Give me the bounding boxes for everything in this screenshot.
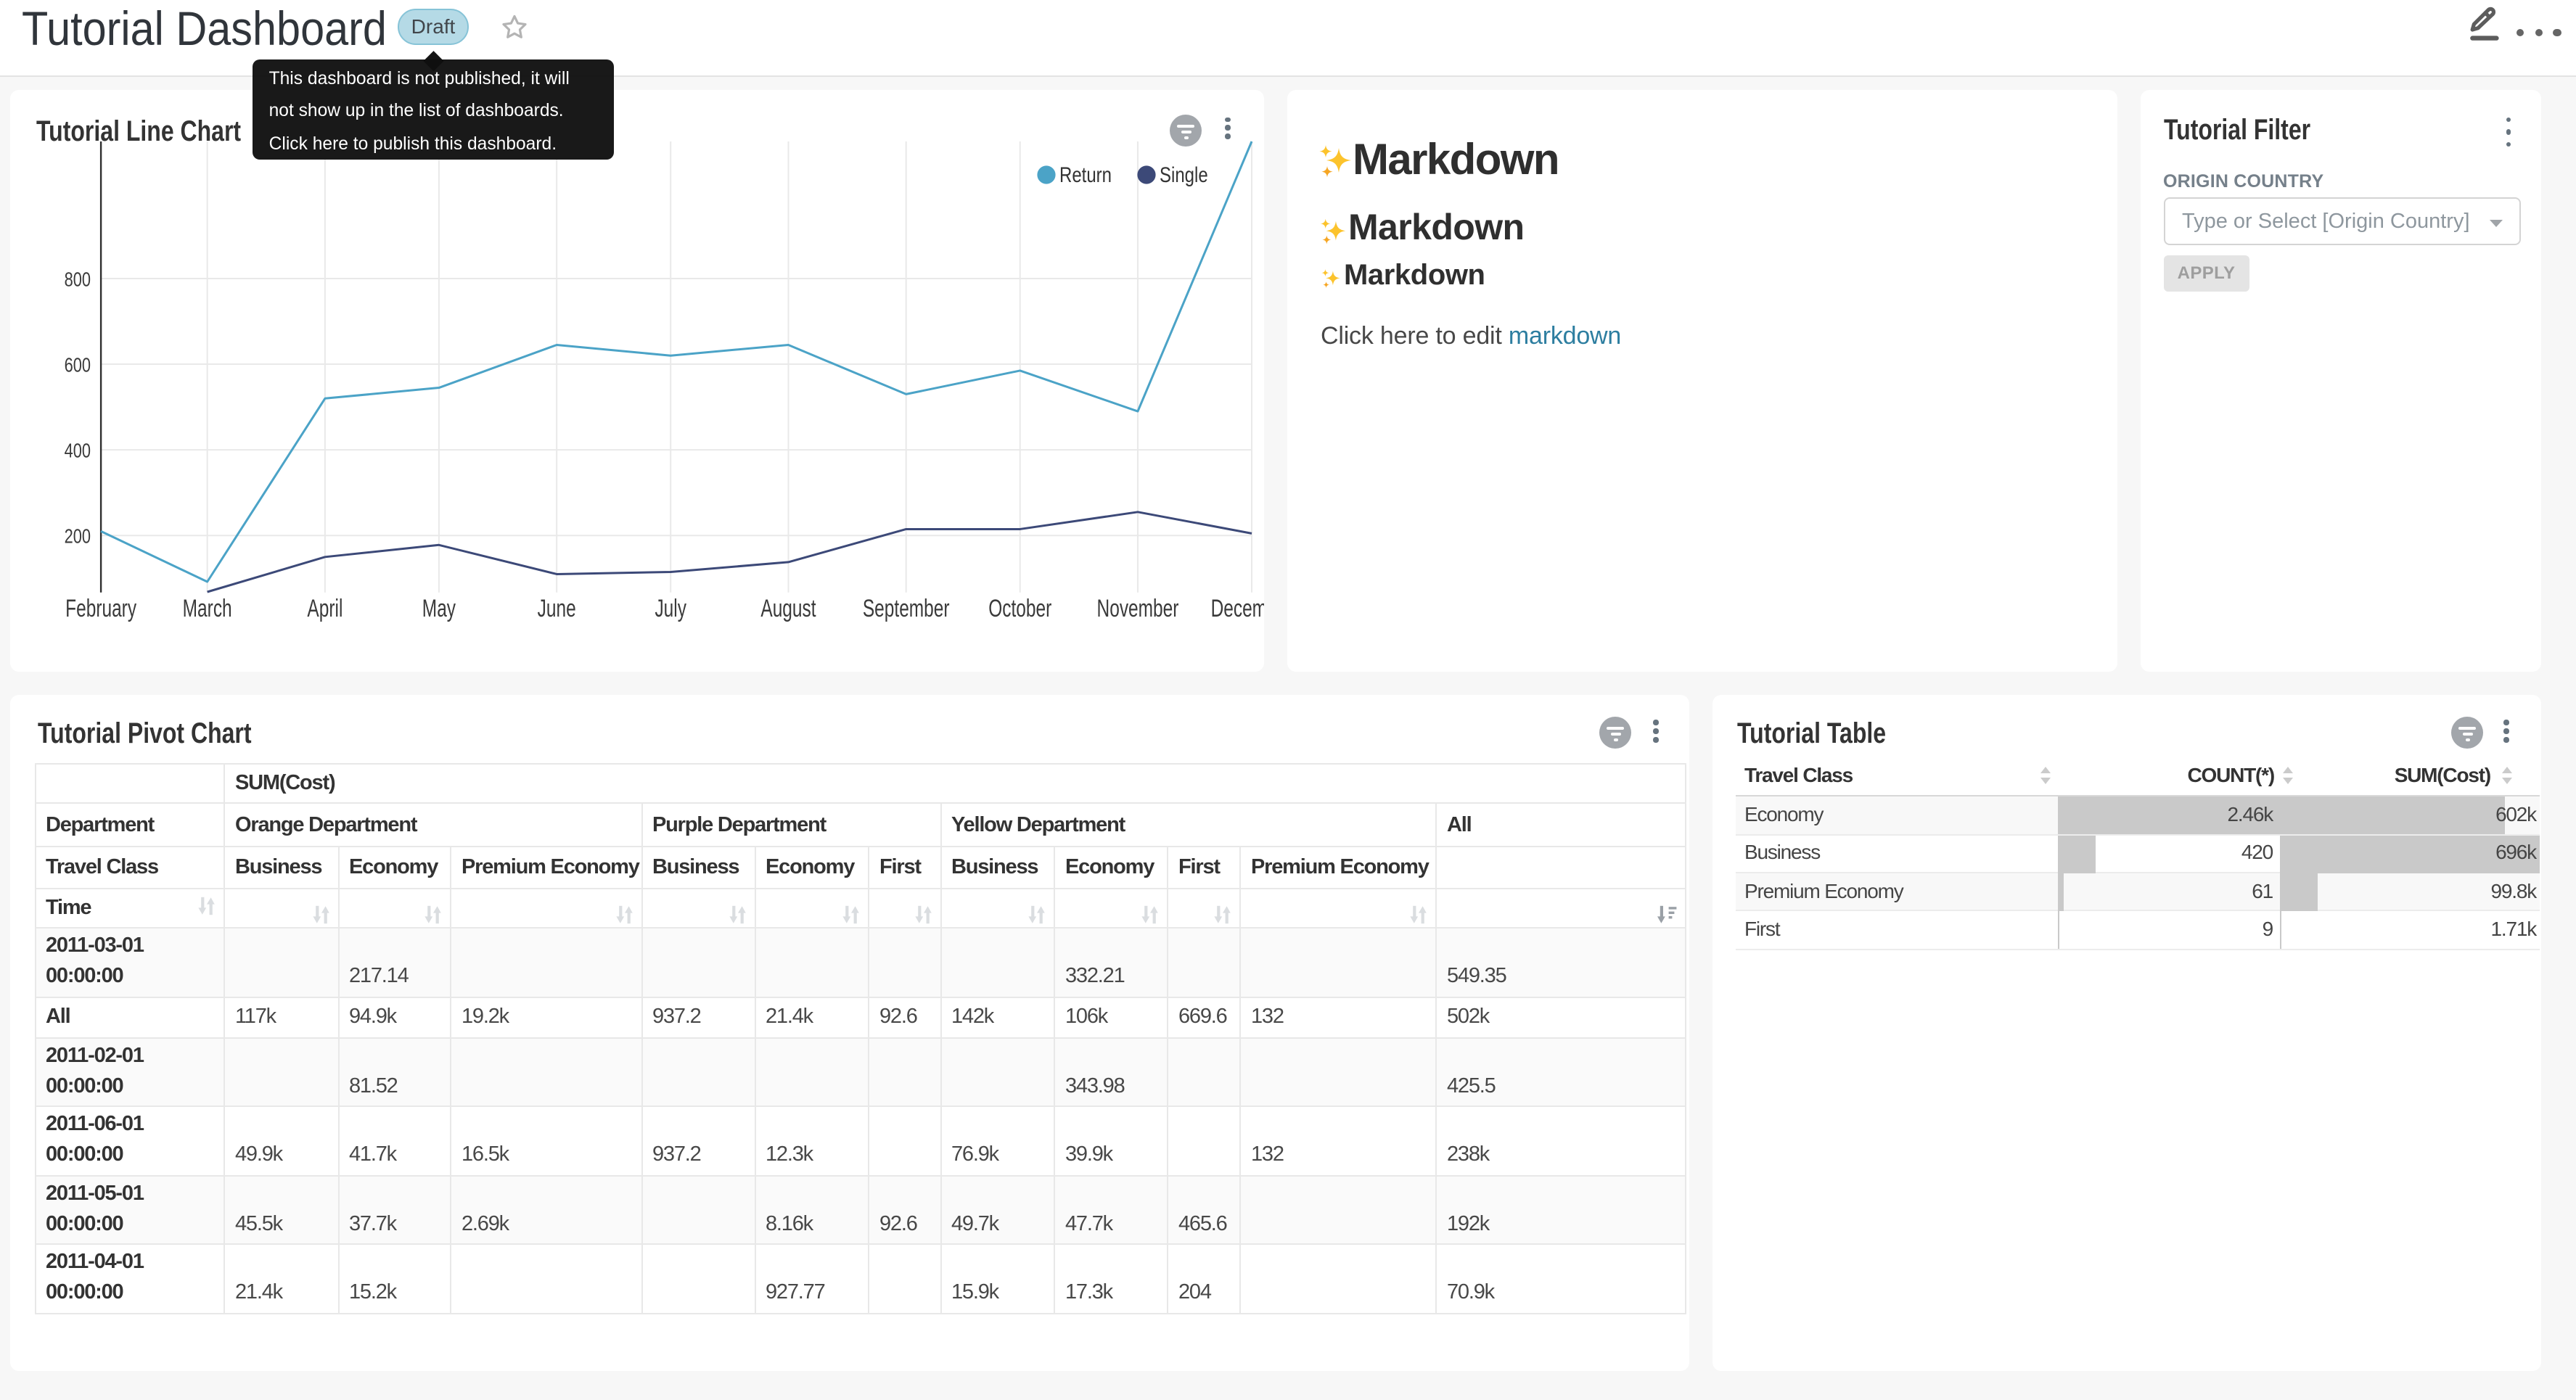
svg-text:400: 400 xyxy=(65,439,91,461)
svg-text:600: 600 xyxy=(65,353,91,376)
svg-text:Single: Single xyxy=(1160,161,1208,186)
svg-text:May: May xyxy=(422,594,456,622)
svg-text:April: April xyxy=(307,594,342,622)
svg-text:October: October xyxy=(988,594,1051,622)
svg-text:September: September xyxy=(863,594,950,622)
svg-text:December: December xyxy=(1211,594,1264,622)
svg-text:July: July xyxy=(655,594,686,622)
svg-text:800: 800 xyxy=(65,268,91,290)
svg-text:February: February xyxy=(65,594,136,622)
svg-text:August: August xyxy=(760,594,816,622)
svg-text:Return: Return xyxy=(1059,161,1112,186)
svg-text:June: June xyxy=(538,594,576,622)
svg-text:November: November xyxy=(1097,594,1179,622)
svg-text:March: March xyxy=(183,594,232,622)
svg-text:200: 200 xyxy=(65,524,91,547)
